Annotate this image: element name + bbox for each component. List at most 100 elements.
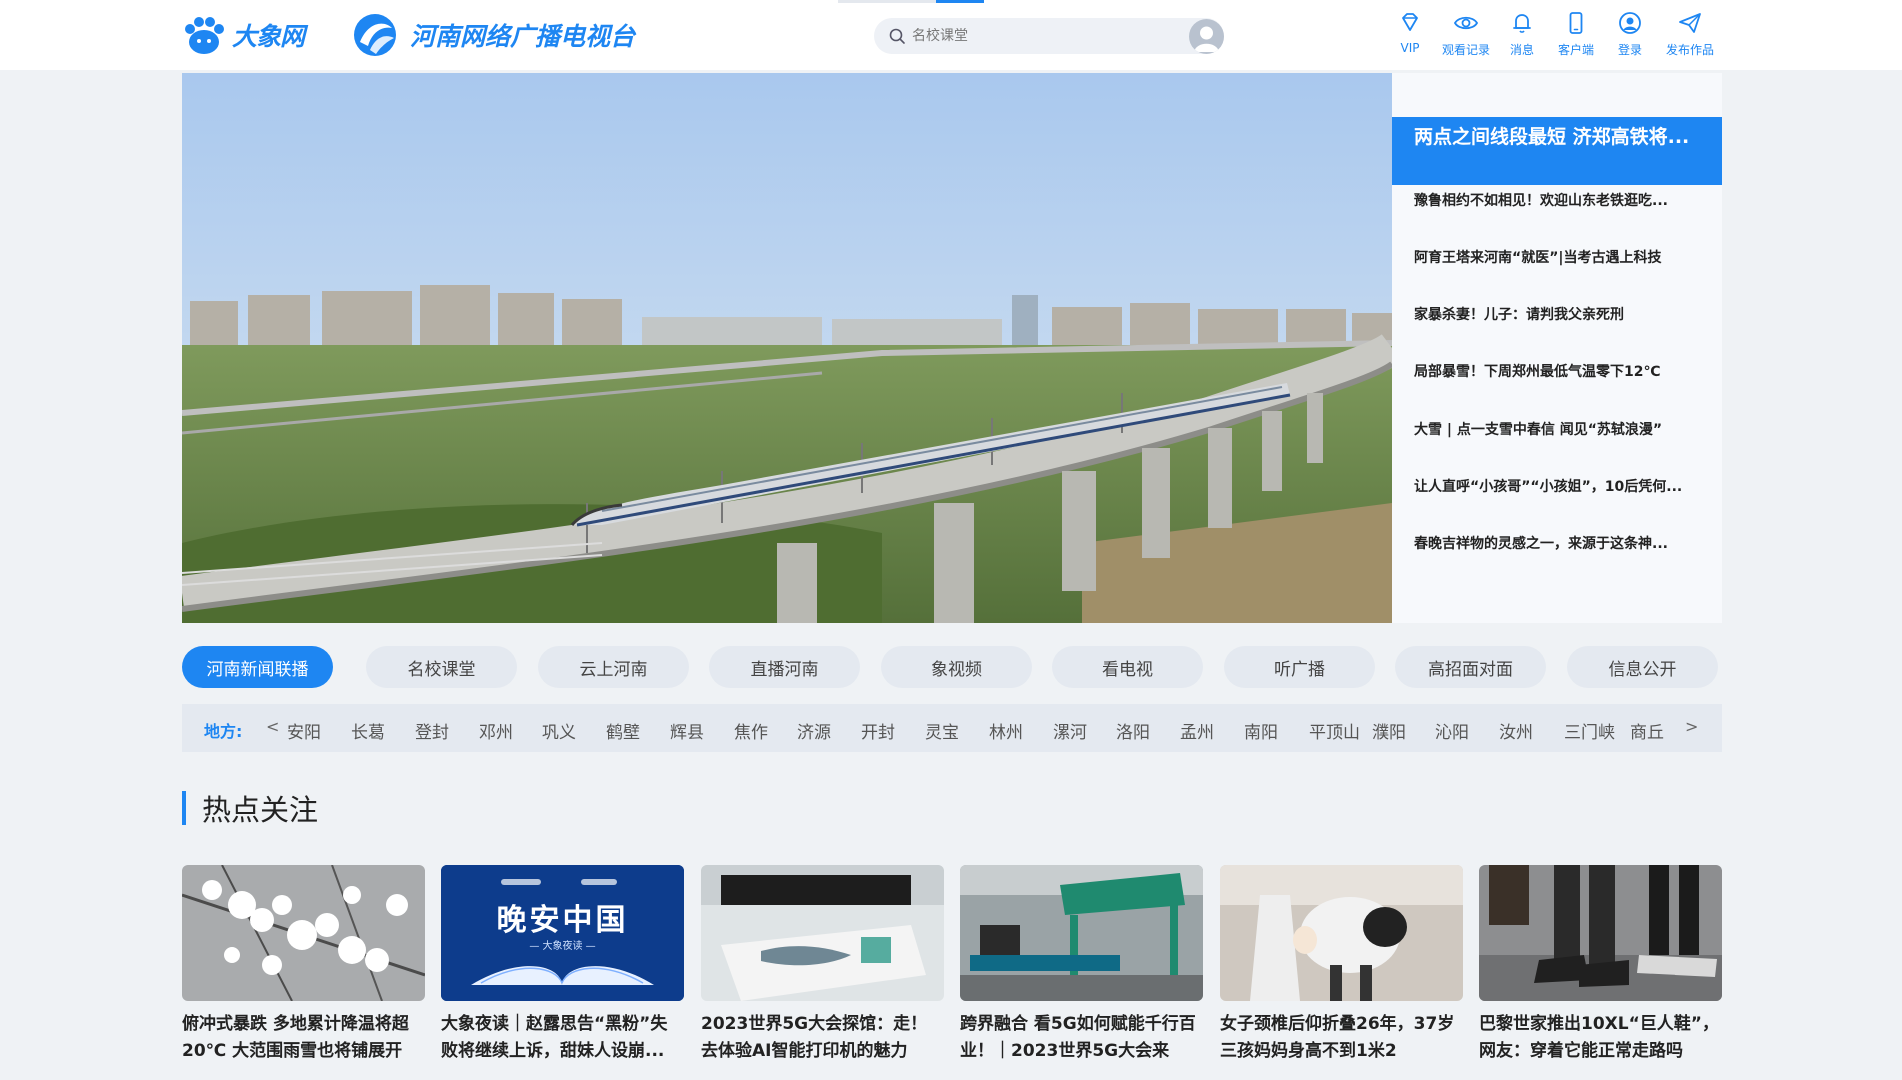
tab-famous-school[interactable]: 名校课堂	[366, 646, 517, 688]
tab-henan-news[interactable]: 河南新闻联播	[182, 646, 333, 688]
hot-card[interactable]: 2023世界5G大会探馆：走！去体验AI智能打印机的魅力	[701, 865, 944, 1065]
tab-live-henan[interactable]: 直播河南	[709, 646, 860, 688]
avatar[interactable]	[1189, 19, 1224, 54]
hot-card[interactable]: 女子颈椎后仰折叠26年，37岁三孩妈妈身高不到1米2	[1220, 865, 1463, 1065]
section-title-accent-bar	[182, 791, 186, 825]
nav-history-label: 观看记录	[1441, 43, 1490, 57]
region-item[interactable]: 三门峡	[1564, 718, 1615, 743]
card-caption[interactable]: 巴黎世家推出10XL“巨人鞋”，网友：穿着它能正常走路吗	[1479, 1011, 1722, 1065]
card-thumbnail[interactable]	[701, 865, 944, 1001]
nav-login-label: 登录	[1617, 43, 1642, 57]
region-item[interactable]: 巩义	[542, 718, 576, 743]
ai-printer-photo	[701, 865, 944, 1001]
tab-elephant-video[interactable]: 象视频	[881, 646, 1032, 688]
region-item[interactable]: 灵宝	[925, 718, 959, 743]
tab-watch-tv[interactable]: 看电视	[1052, 646, 1203, 688]
dxw-logo[interactable]: 大象网	[182, 14, 305, 56]
card-caption[interactable]: 女子颈椎后仰折叠26年，37岁三孩妈妈身高不到1米2	[1220, 1011, 1463, 1065]
region-prev-arrow[interactable]: <	[266, 717, 279, 736]
user-icon	[1619, 12, 1641, 34]
card-thumbnail[interactable]: 晚安中国 — 大象夜读 —	[441, 865, 684, 1001]
search-input[interactable]	[912, 28, 1172, 44]
region-item[interactable]: 漯河	[1053, 718, 1087, 743]
tab-admissions[interactable]: 高招面对面	[1395, 646, 1546, 688]
bell-icon	[1513, 14, 1531, 33]
active-headline[interactable]: 两点之间线段最短 济郑高铁将...	[1392, 117, 1722, 185]
hot-card[interactable]: 俯冲式暴跌 多地累计降温将超20℃ 大范围雨雪也将铺展开	[182, 865, 425, 1065]
hot-card[interactable]: 跨界融合 看5G如何赋能千行百业！｜2023世界5G大会来了！	[960, 865, 1203, 1065]
headline-item[interactable]: 家暴杀妻！儿子：请判我父亲死刑	[1414, 304, 1704, 328]
card-thumbnail[interactable]	[960, 865, 1203, 1001]
section-title-hot: 热点关注	[182, 790, 319, 827]
region-item[interactable]: 洛阳	[1116, 718, 1150, 743]
paw-logo-icon	[185, 17, 224, 54]
headline-item[interactable]: 局部暴雪！下周郑州最低气温零下12℃	[1414, 361, 1704, 385]
eye-icon	[1453, 16, 1479, 30]
region-item[interactable]: 焦作	[734, 718, 768, 743]
hospital-patient-photo	[1220, 865, 1463, 1001]
region-item[interactable]: 辉县	[670, 718, 704, 743]
region-item[interactable]: 孟州	[1180, 718, 1214, 743]
night-reading-subtitle: — 大象夜读 —	[529, 941, 596, 952]
region-item[interactable]: 鹤壁	[606, 718, 640, 743]
region-item[interactable]: 濮阳	[1372, 718, 1406, 743]
snow-branch-photo	[182, 865, 425, 1001]
nav-client-label: 客户端	[1557, 43, 1594, 57]
region-bar: 地方: < 安阳 长葛 登封 邓州 巩义 鹤壁 辉县 焦作 济源 开封 灵宝 林…	[182, 704, 1722, 752]
hot-card[interactable]: 晚安中国 — 大象夜读 — 大象夜读｜赵露思告“黑粉”失败将继续上诉，甜妹人设崩…	[441, 865, 684, 1065]
region-label: 地方:	[204, 722, 243, 741]
region-item[interactable]: 邓州	[479, 718, 513, 743]
region-item[interactable]: 南阳	[1244, 718, 1278, 743]
night-reading-title: 晚安中国	[496, 903, 629, 938]
section-title-text: 热点关注	[202, 793, 319, 827]
hntv-logo-text: 河南网络广播电视台	[410, 22, 636, 51]
card-thumbnail[interactable]	[182, 865, 425, 1001]
high-speed-train-photo	[182, 73, 1392, 623]
region-item[interactable]: 长葛	[351, 718, 385, 743]
nav-publish-label: 发布作品	[1665, 43, 1714, 57]
card-thumbnail[interactable]	[1220, 865, 1463, 1001]
region-item[interactable]: 平顶山	[1309, 718, 1360, 743]
region-item[interactable]: 林州	[989, 718, 1023, 743]
region-next-arrow[interactable]: >	[1685, 717, 1698, 736]
search-icon[interactable]	[888, 27, 906, 45]
hntv-logo[interactable]: 河南网络广播电视台	[350, 12, 635, 58]
headline-list: 两点之间线段最短 济郑高铁将... 豫鲁相约不如相见！欢迎山东老铁逛吃... 阿…	[1392, 73, 1722, 623]
diamond-icon	[1402, 13, 1418, 31]
avatar-user-icon	[1194, 26, 1219, 52]
card-caption[interactable]: 2023世界5G大会探馆：走！去体验AI智能打印机的魅力	[701, 1011, 944, 1065]
card-caption[interactable]: 大象夜读｜赵露思告“黑粉”失败将继续上诉，甜妹人设崩...	[441, 1011, 684, 1065]
headline-item[interactable]: 让人直呼“小孩哥”“小孩姐”，10后凭何...	[1414, 476, 1704, 500]
region-item[interactable]: 沁阳	[1435, 718, 1469, 743]
headline-item[interactable]: 豫鲁相约不如相见！欢迎山东老铁逛吃...	[1414, 190, 1704, 214]
region-item[interactable]: 汝州	[1499, 718, 1533, 743]
region-item[interactable]: 济源	[797, 718, 831, 743]
giant-shoes-photo	[1479, 865, 1722, 1001]
search-box[interactable]	[874, 18, 1224, 54]
send-icon	[1679, 13, 1701, 33]
5g-expo-photo	[960, 865, 1203, 1001]
search-tab-indicator	[838, 0, 984, 3]
phone-icon	[1569, 12, 1583, 34]
tab-cloud-henan[interactable]: 云上河南	[538, 646, 689, 688]
card-caption[interactable]: 俯冲式暴跌 多地累计降温将超20℃ 大范围雨雪也将铺展开	[182, 1011, 425, 1065]
nav-publish[interactable]: 发布作品	[1655, 10, 1725, 58]
card-thumbnail[interactable]	[1479, 865, 1722, 1001]
tab-radio[interactable]: 听广播	[1224, 646, 1375, 688]
region-item[interactable]: 登封	[415, 718, 449, 743]
headline-item[interactable]: 阿育王塔来河南“就医”|当考古遇上科技	[1414, 247, 1704, 271]
headline-item[interactable]: 春晚吉祥物的灵感之一，来源于这条神...	[1414, 533, 1704, 557]
tab-info-public[interactable]: 信息公开	[1567, 646, 1718, 688]
region-item[interactable]: 安阳	[287, 718, 321, 743]
headline-item[interactable]: 大雪 | 点一支雪中春信 闻见“苏轼浪漫”	[1414, 419, 1704, 443]
hot-card[interactable]: 巴黎世家推出10XL“巨人鞋”，网友：穿着它能正常走路吗	[1479, 865, 1722, 1065]
nav-vip-label: VIP	[1400, 41, 1420, 55]
dxw-logo-text: 大象网	[232, 22, 305, 51]
nav-messages-label: 消息	[1509, 43, 1534, 57]
card-caption[interactable]: 跨界融合 看5G如何赋能千行百业！｜2023世界5G大会来了！	[960, 1011, 1203, 1065]
banner-image[interactable]	[182, 73, 1392, 623]
region-item[interactable]: 开封	[861, 718, 895, 743]
hntv-emblem-icon	[354, 14, 396, 56]
region-item[interactable]: 商丘	[1630, 718, 1664, 743]
top-header: 大象网 河南网络广播电视台 VIP	[0, 0, 1902, 70]
